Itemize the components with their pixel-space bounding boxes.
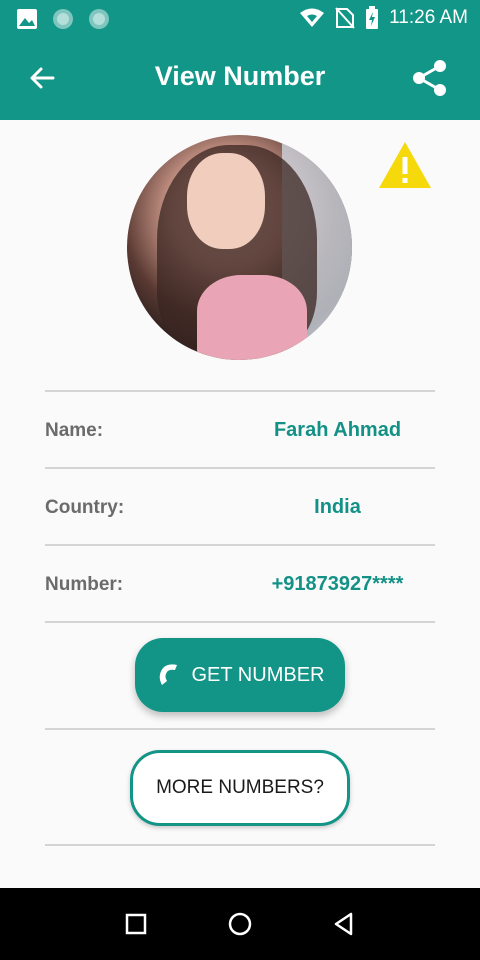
warning-icon[interactable]	[377, 140, 433, 190]
country-value: India	[314, 496, 361, 518]
circle-notification-icon	[89, 9, 109, 29]
divider	[45, 728, 435, 730]
home-icon[interactable]	[226, 910, 254, 938]
divider	[45, 621, 435, 623]
more-numbers-button[interactable]: MORE NUMBERS?	[130, 750, 350, 826]
recents-icon[interactable]	[122, 910, 150, 938]
navigation-bar	[0, 888, 480, 960]
page-title: View Number	[154, 61, 326, 91]
get-number-label: GET NUMBER	[191, 663, 325, 686]
image-icon	[17, 9, 37, 29]
divider	[45, 844, 435, 846]
number-value: +91873927****	[271, 573, 404, 595]
divider	[45, 390, 435, 392]
share-icon[interactable]	[410, 58, 450, 98]
divider	[45, 544, 435, 546]
no-sim-icon	[335, 7, 355, 29]
get-number-button[interactable]: GET NUMBER	[135, 638, 345, 712]
wifi-icon	[300, 8, 325, 27]
status-time: 11:26 AM	[389, 7, 468, 28]
name-value: Farah Ahmad	[273, 419, 402, 441]
status-bar: 11:26 AM	[0, 0, 480, 38]
number-label: Number:	[45, 574, 124, 595]
phone-icon	[159, 664, 177, 685]
back-nav-icon[interactable]	[330, 910, 358, 938]
circle-notification-icon	[53, 9, 73, 29]
divider	[45, 467, 435, 469]
more-numbers-label: MORE NUMBERS?	[156, 777, 324, 798]
name-label: Name:	[45, 420, 104, 441]
profile-photo	[127, 135, 352, 360]
country-label: Country:	[45, 497, 125, 518]
app-bar: View Number	[0, 38, 480, 120]
battery-charging-icon	[366, 6, 379, 29]
